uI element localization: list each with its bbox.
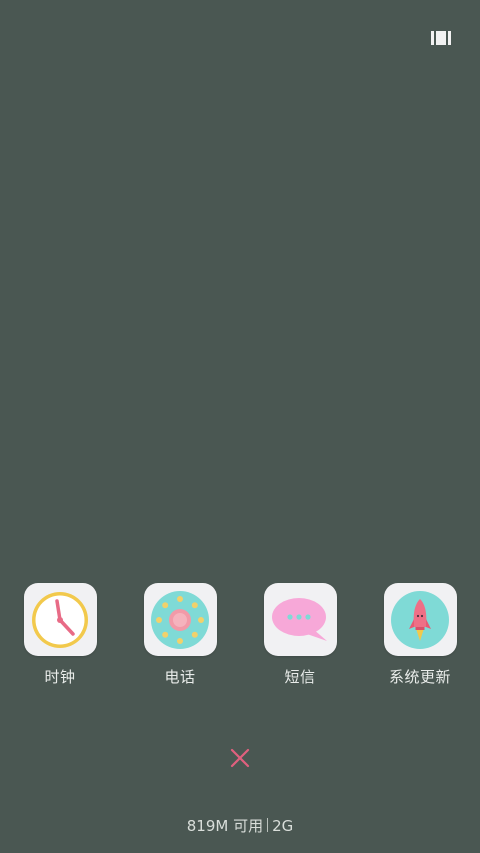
app-system-update[interactable]: 系统更新 xyxy=(370,583,470,687)
clear-all-button[interactable] xyxy=(228,746,252,770)
app-messages[interactable]: 短信 xyxy=(250,583,350,687)
app-phone[interactable]: 电话 xyxy=(130,583,230,687)
recents-menu-icon xyxy=(431,31,451,45)
message-bubble-icon xyxy=(272,597,327,641)
clock-icon xyxy=(32,591,88,648)
app-label-system-update: 系统更新 xyxy=(388,668,451,686)
app-tile-system-update xyxy=(383,583,457,656)
app-tile-phone xyxy=(143,583,217,656)
app-tile-clock xyxy=(23,583,97,656)
memory-total: 2G xyxy=(272,817,294,835)
memory-available: 819M 可用 xyxy=(186,817,264,835)
app-label-clock: 时钟 xyxy=(44,668,76,686)
phone-dial-icon xyxy=(151,590,209,649)
rocket-icon xyxy=(391,590,449,649)
memory-status: 819M 可用 2G xyxy=(0,815,480,836)
recents-menu-button[interactable] xyxy=(430,29,452,47)
app-label-messages: 短信 xyxy=(284,668,316,686)
memory-divider xyxy=(267,818,269,832)
app-clock[interactable]: 时钟 xyxy=(10,583,110,687)
recent-apps-row: 时钟 电话 短信 系统更新 xyxy=(0,583,480,693)
close-icon xyxy=(230,748,250,768)
app-label-phone: 电话 xyxy=(164,668,196,686)
app-tile-messages xyxy=(263,583,337,656)
